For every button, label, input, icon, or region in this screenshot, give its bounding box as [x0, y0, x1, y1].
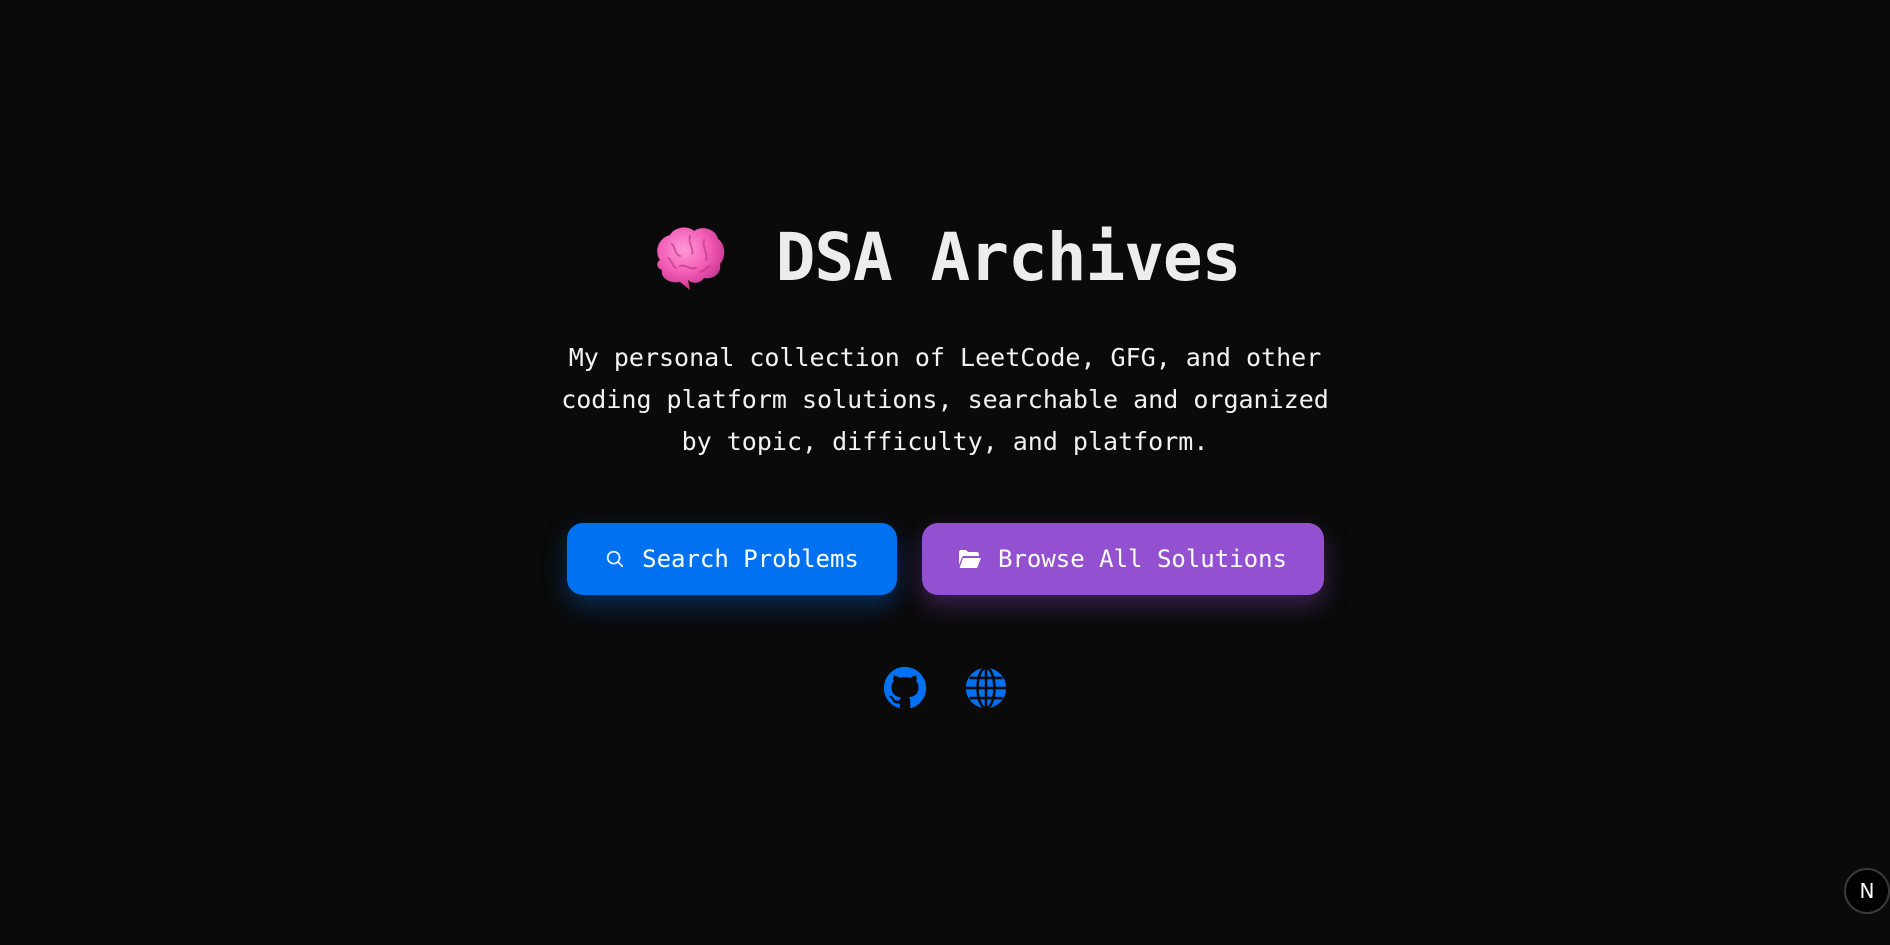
- github-icon: [883, 666, 927, 714]
- search-problems-label: Search Problems: [642, 545, 859, 573]
- globe-icon: [964, 666, 1008, 714]
- dev-tools-badge[interactable]: N: [1844, 868, 1890, 914]
- social-links: [0, 666, 1890, 714]
- github-link[interactable]: [882, 666, 927, 714]
- cta-buttons: Search Problems Browse All Solutions: [0, 523, 1890, 595]
- browse-solutions-label: Browse All Solutions: [998, 545, 1287, 573]
- description-line: My personal collection of LeetCode, GFG,…: [568, 343, 1322, 372]
- search-icon: [604, 548, 626, 570]
- title-row: DSA Archives: [0, 222, 1890, 294]
- search-problems-button[interactable]: Search Problems: [566, 523, 897, 595]
- description-line: coding platform solutions, searchable an…: [561, 385, 1329, 414]
- website-link[interactable]: [963, 666, 1008, 714]
- brain-icon: [650, 222, 728, 294]
- description-line: by topic, difficulty, and platform.: [681, 427, 1209, 456]
- dev-tools-badge-label: N: [1859, 879, 1875, 903]
- page-title: DSA Archives: [775, 219, 1242, 296]
- browse-solutions-button[interactable]: Browse All Solutions: [921, 523, 1324, 595]
- page-description: My personal collection of LeetCode, GFG,…: [0, 337, 1890, 463]
- hero-section: DSA Archives My personal collection of L…: [0, 0, 1890, 945]
- folder-open-icon: [958, 549, 982, 569]
